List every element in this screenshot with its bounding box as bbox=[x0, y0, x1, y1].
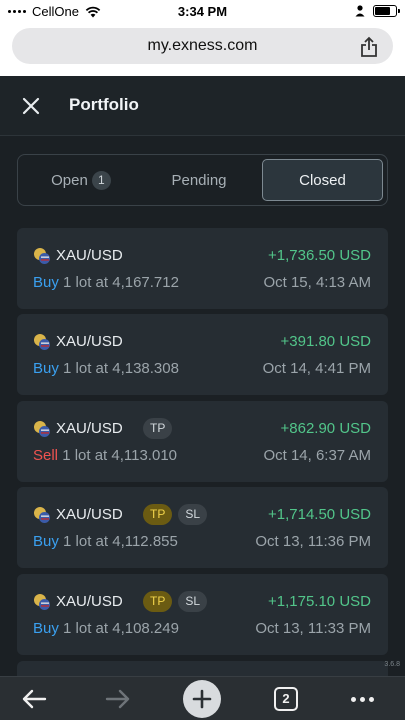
trade-profit: +862.90 USD bbox=[280, 420, 371, 437]
trade-time: Oct 13, 11:36 PM bbox=[255, 533, 371, 550]
xau-usd-flag-icon bbox=[33, 247, 51, 265]
trade-lot-price: 1 lot at 4,113.010 bbox=[62, 447, 178, 464]
trade-time: Oct 14, 6:37 AM bbox=[263, 447, 371, 464]
trade-detail: Sell 1 lot at 4,113.010 bbox=[33, 447, 177, 464]
trade-symbol: XAU/USD bbox=[56, 333, 123, 350]
trade-card[interactable]: XAU/USD TP +862.90 USD Sell 1 lot at 4,1… bbox=[17, 401, 388, 482]
trade-card[interactable]: XAU/USD TP SL +1,175.10 USD Buy 1 lot at… bbox=[17, 574, 388, 655]
trade-side: Buy bbox=[33, 533, 59, 550]
arrow-right-icon bbox=[105, 689, 130, 709]
trade-symbol: XAU/USD bbox=[56, 420, 123, 437]
trade-lot-price: 1 lot at 4,112.855 bbox=[63, 533, 178, 550]
status-time: 3:34 PM bbox=[177, 4, 228, 19]
trade-detail: Buy 1 lot at 4,138.308 bbox=[33, 360, 179, 377]
sl-badge: SL bbox=[178, 504, 208, 525]
trade-detail: Buy 1 lot at 4,112.855 bbox=[33, 533, 178, 550]
trade-lot-price: 1 lot at 4,108.249 bbox=[63, 620, 179, 637]
trade-symbol: XAU/USD bbox=[56, 506, 123, 523]
version-label: 3.6.8 bbox=[384, 661, 400, 668]
battery-icon bbox=[373, 5, 400, 17]
xau-usd-flag-icon bbox=[33, 506, 51, 524]
plus-icon bbox=[192, 689, 212, 709]
trade-card[interactable]: XAU/USD TP SL +1,714.50 USD Buy 1 lot at… bbox=[17, 487, 388, 568]
trade-profit: +1,175.10 USD bbox=[268, 593, 371, 610]
trade-lot-price: 1 lot at 4,138.308 bbox=[63, 360, 179, 377]
person-icon bbox=[355, 5, 365, 17]
trade-time: Oct 13, 11:33 PM bbox=[255, 620, 371, 637]
arrow-left-icon bbox=[22, 689, 47, 709]
trade-badges: TP bbox=[143, 418, 173, 439]
trade-symbol: XAU/USD bbox=[56, 593, 123, 610]
xau-usd-flag-icon bbox=[33, 593, 51, 611]
trade-badges: TP SL bbox=[143, 504, 208, 525]
trade-side: Buy bbox=[33, 620, 59, 637]
url-text: my.exness.com bbox=[147, 37, 258, 54]
open-count-badge: 1 bbox=[91, 170, 111, 190]
tabs-button[interactable]: 2 bbox=[270, 683, 302, 715]
tp-badge: TP bbox=[143, 418, 173, 439]
trade-lot-price: 1 lot at 4,167.712 bbox=[63, 274, 179, 291]
forward-button[interactable] bbox=[102, 683, 134, 715]
trade-badges: TP SL bbox=[143, 591, 208, 612]
page-title: Portfolio bbox=[69, 95, 139, 114]
tp-badge: TP bbox=[143, 591, 173, 612]
portfolio-header: Portfolio bbox=[0, 76, 405, 136]
more-icon bbox=[350, 696, 374, 702]
xau-usd-flag-icon bbox=[33, 333, 51, 351]
trade-side: Sell bbox=[33, 447, 59, 464]
trade-card[interactable]: XAU/USD +391.80 USD Buy 1 lot at 4,138.3… bbox=[17, 314, 388, 395]
xau-usd-flag-icon bbox=[33, 420, 51, 438]
tab-pending-label: Pending bbox=[171, 171, 227, 189]
sl-badge: SL bbox=[178, 591, 208, 612]
trade-profit: +1,736.50 USD bbox=[268, 247, 371, 264]
share-icon[interactable] bbox=[359, 36, 379, 58]
trade-symbol: XAU/USD bbox=[56, 247, 123, 264]
tp-badge: TP bbox=[143, 504, 173, 525]
trade-side: Buy bbox=[33, 274, 59, 291]
close-icon[interactable] bbox=[18, 93, 44, 119]
trade-detail: Buy 1 lot at 4,167.712 bbox=[33, 274, 179, 291]
trade-detail: Buy 1 lot at 4,108.249 bbox=[33, 620, 179, 637]
portfolio-tabs: Open 1 Pending Closed bbox=[17, 154, 388, 206]
new-tab-button[interactable] bbox=[183, 680, 221, 718]
address-bar[interactable]: my.exness.com bbox=[12, 28, 393, 64]
browser-toolbar: 2 bbox=[0, 676, 405, 720]
trade-time: Oct 14, 4:41 PM bbox=[262, 360, 371, 377]
status-right bbox=[355, 5, 400, 17]
browser-address-area: my.exness.com bbox=[0, 24, 405, 76]
trade-side: Buy bbox=[33, 360, 59, 377]
trade-time: Oct 15, 4:13 AM bbox=[263, 274, 371, 291]
tab-closed[interactable]: Closed bbox=[262, 159, 383, 201]
tab-pending[interactable]: Pending bbox=[140, 159, 258, 201]
tab-open[interactable]: Open 1 bbox=[22, 159, 140, 201]
tab-open-label: Open bbox=[51, 171, 88, 189]
back-button[interactable] bbox=[18, 683, 50, 715]
tabs-count: 2 bbox=[274, 687, 298, 711]
more-button[interactable] bbox=[346, 683, 378, 715]
tab-closed-label: Closed bbox=[299, 171, 346, 189]
trade-profit: +391.80 USD bbox=[280, 333, 371, 350]
trade-profit: +1,714.50 USD bbox=[268, 506, 371, 523]
trade-card[interactable]: XAU/USD +1,736.50 USD Buy 1 lot at 4,167… bbox=[17, 228, 388, 309]
status-bar: CellOne 3:34 PM bbox=[0, 0, 405, 24]
